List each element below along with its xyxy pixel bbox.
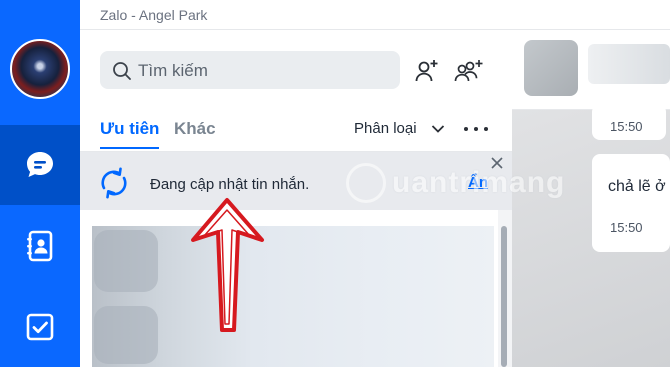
avatar[interactable] (10, 39, 70, 99)
todo-icon (26, 313, 54, 341)
create-group-icon (454, 60, 483, 82)
window-title: Zalo - Angel Park (100, 7, 208, 23)
search-icon (112, 61, 132, 86)
nav-contacts[interactable] (0, 206, 80, 286)
add-friend-icon (415, 60, 438, 82)
more-options-button[interactable] (464, 119, 488, 139)
nav-messages[interactable] (0, 125, 80, 205)
chat-avatar[interactable] (524, 40, 578, 96)
message-time: 15:50 (610, 119, 643, 134)
tab-priority[interactable]: Ưu tiên (100, 119, 160, 149)
app-window: Zalo - Angel Park Tìm kiếm Ưu tiên Khác … (0, 0, 670, 367)
sync-icon (96, 166, 132, 205)
tab-bar: Ưu tiên Khác Phân loại (80, 114, 512, 152)
message-time: 15:50 (610, 220, 643, 235)
chevron-down-icon (431, 124, 444, 133)
chat-name-blurred (588, 44, 670, 84)
message-text: chả lẽ ở (608, 178, 666, 195)
nav-todo[interactable] (0, 287, 80, 367)
more-icon-dot (464, 127, 468, 131)
message-bubble[interactable]: chả lẽ ở 15:50 (592, 154, 670, 252)
list-item-avatar (94, 230, 158, 292)
filter-dropdown[interactable]: Phân loại (354, 120, 445, 137)
scrollbar-thumb[interactable] (501, 226, 507, 367)
sync-status-text: Đang cập nhật tin nhắn. (150, 176, 310, 193)
list-item-avatar (94, 306, 158, 364)
watermark-text: uantrimang (392, 166, 566, 199)
message-bubble[interactable]: 15:50 (592, 104, 666, 140)
filter-label: Phân loại (354, 120, 417, 137)
chat-header (512, 30, 670, 110)
bulb-icon (346, 163, 386, 203)
search-input[interactable]: Tìm kiếm (100, 51, 400, 89)
search-placeholder: Tìm kiếm (138, 61, 208, 80)
conversation-list[interactable] (92, 226, 494, 367)
title-bar: Zalo - Angel Park (80, 0, 670, 30)
left-nav (0, 0, 80, 367)
more-icon-dot (474, 127, 478, 131)
more-icon-dot (484, 127, 488, 131)
messages-icon (27, 152, 53, 177)
message-area: 15:50 chả lẽ ở 15:50 (512, 104, 670, 367)
create-group-button[interactable] (454, 56, 484, 86)
contacts-icon (27, 230, 53, 262)
watermark: uantrimang (346, 163, 565, 203)
add-friend-button[interactable] (412, 56, 442, 86)
annotation-arrow-icon (191, 198, 264, 332)
tab-other[interactable]: Khác (174, 119, 216, 139)
